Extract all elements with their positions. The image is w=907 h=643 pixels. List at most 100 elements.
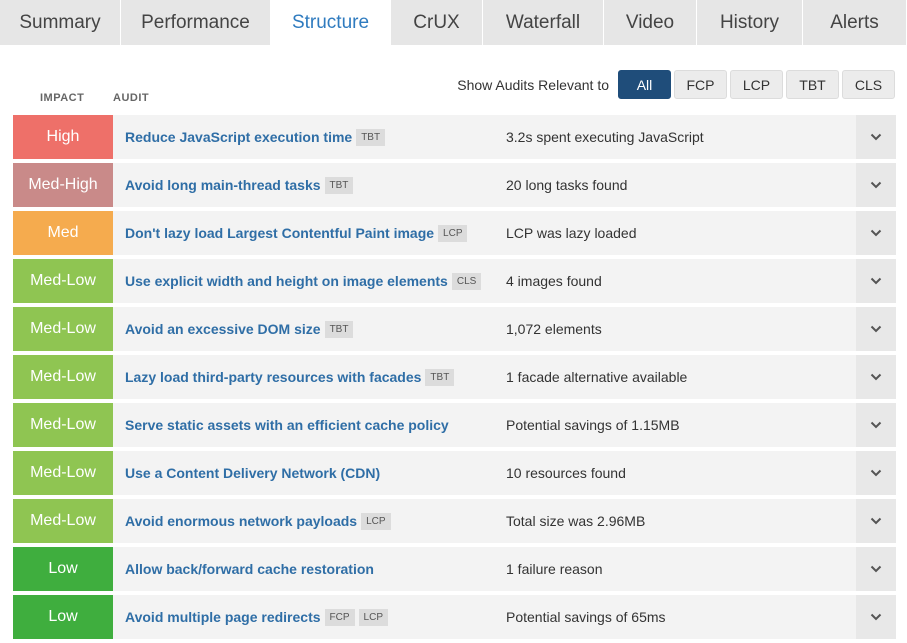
audit-result: 20 long tasks found <box>506 177 628 193</box>
audit-cell: Avoid enormous network payloads LCP <box>113 499 494 543</box>
metric-tag: TBT <box>356 128 386 146</box>
impact-badge: Med-High <box>13 163 113 207</box>
audit-result: 1 failure reason <box>506 561 603 577</box>
tab-performance[interactable]: Performance <box>121 0 271 45</box>
chevron-down-icon <box>870 421 882 429</box>
audit-result: 1 facade alternative available <box>506 369 688 385</box>
expand-button[interactable] <box>856 307 896 351</box>
audit-result: Total size was 2.96MB <box>506 513 646 529</box>
metric-tag: TBT <box>324 176 354 194</box>
impact-badge: Med-Low <box>13 451 113 495</box>
chevron-down-icon <box>870 469 882 477</box>
expand-button[interactable] <box>856 115 896 159</box>
audit-title[interactable]: Lazy load third-party resources with fac… <box>125 369 421 385</box>
impact-badge: Med <box>13 211 113 255</box>
audit-column-header: AUDIT <box>113 92 150 104</box>
impact-badge: Med-Low <box>13 355 113 399</box>
audit-cell: Serve static assets with an efficient ca… <box>113 403 494 447</box>
audit-row[interactable]: Med-Low Use a Content Delivery Network (C… <box>13 451 896 495</box>
audit-row[interactable]: Med-Low Use explicit width and height on … <box>13 259 896 303</box>
audit-list: High Reduce JavaScript execution time TBT 3… <box>13 115 896 643</box>
impact-badge: Low <box>13 547 113 591</box>
tab-bar: Summary Performance Structure CrUX Waterfall… <box>0 0 907 45</box>
audit-cell: Use explicit width and height on image e… <box>113 259 494 303</box>
expand-button[interactable] <box>856 259 896 303</box>
filter-button-group: All FCP LCP TBT CLS <box>618 70 895 99</box>
audit-title[interactable]: Allow back/forward cache restoration <box>125 561 374 577</box>
audit-cell: Avoid long main-thread tasks TBT <box>113 163 494 207</box>
audit-title[interactable]: Use explicit width and height on image e… <box>125 273 448 289</box>
audit-cell: Allow back/forward cache restoration <box>113 547 494 591</box>
audit-row[interactable]: Med-Low Serve static assets with an effic… <box>13 403 896 447</box>
tab-waterfall[interactable]: Waterfall <box>483 0 604 45</box>
audit-result: Potential savings of 65ms <box>506 609 666 625</box>
audit-cell: Reduce JavaScript execution time TBT <box>113 115 494 159</box>
audit-title[interactable]: Avoid long main-thread tasks <box>125 177 321 193</box>
metric-tag: LCP <box>438 224 468 242</box>
audit-row[interactable]: Med-High Avoid long main-thread tasks TBT 2… <box>13 163 896 207</box>
filter-label: Show Audits Relevant to <box>457 77 609 93</box>
metric-tag: CLS <box>451 272 482 290</box>
audit-row[interactable]: High Reduce JavaScript execution time TBT 3… <box>13 115 896 159</box>
audit-row[interactable]: Med-Low Avoid enormous network payloads LC… <box>13 499 896 543</box>
audit-row[interactable]: Med Don't lazy load Largest Contentful Pa… <box>13 211 896 255</box>
metric-tag: FCP <box>324 608 355 626</box>
filter-lcp-button[interactable]: LCP <box>730 70 783 99</box>
tab-alerts[interactable]: Alerts <box>803 0 907 45</box>
audit-title[interactable]: Don't lazy load Largest Contentful Paint… <box>125 225 434 241</box>
chevron-down-icon <box>870 565 882 573</box>
impact-badge: Med-Low <box>13 499 113 543</box>
tab-history[interactable]: History <box>697 0 803 45</box>
expand-button[interactable] <box>856 547 896 591</box>
impact-badge: Med-Low <box>13 403 113 447</box>
metric-tag: TBT <box>324 320 354 338</box>
chevron-down-icon <box>870 133 882 141</box>
tab-video[interactable]: Video <box>604 0 697 45</box>
tab-crux[interactable]: CrUX <box>391 0 483 45</box>
metric-tag: TBT <box>425 368 455 386</box>
audit-row[interactable]: Low Avoid multiple page redirects FCP LCP Po… <box>13 595 896 639</box>
chevron-down-icon <box>870 229 882 237</box>
expand-button[interactable] <box>856 211 896 255</box>
metric-tag: LCP <box>358 608 388 626</box>
audit-result: 1,072 elements <box>506 321 602 337</box>
audit-title[interactable]: Serve static assets with an efficient ca… <box>125 417 449 433</box>
filter-tbt-button[interactable]: TBT <box>786 70 839 99</box>
audit-title[interactable]: Use a Content Delivery Network (CDN) <box>125 465 380 481</box>
audit-title[interactable]: Avoid enormous network payloads <box>125 513 357 529</box>
audit-row[interactable]: Low Allow back/forward cache restoration 1… <box>13 547 896 591</box>
impact-badge: Med-Low <box>13 259 113 303</box>
audit-result: LCP was lazy loaded <box>506 225 637 241</box>
audit-result: 4 images found <box>506 273 602 289</box>
filter-fcp-button[interactable]: FCP <box>674 70 727 99</box>
expand-button[interactable] <box>856 163 896 207</box>
audit-title[interactable]: Reduce JavaScript execution time <box>125 129 352 145</box>
audit-title[interactable]: Avoid an excessive DOM size <box>125 321 321 337</box>
chevron-down-icon <box>870 517 882 525</box>
chevron-down-icon <box>870 277 882 285</box>
audit-result: Potential savings of 1.15MB <box>506 417 680 433</box>
impact-badge: High <box>13 115 113 159</box>
tab-structure[interactable]: Structure <box>271 0 391 45</box>
expand-button[interactable] <box>856 451 896 495</box>
audit-cell: Avoid multiple page redirects FCP LCP <box>113 595 494 639</box>
impact-badge: Med-Low <box>13 307 113 351</box>
filter-all-button[interactable]: All <box>618 70 671 99</box>
expand-button[interactable] <box>856 403 896 447</box>
audit-cell: Don't lazy load Largest Contentful Paint… <box>113 211 494 255</box>
expand-button[interactable] <box>856 499 896 543</box>
audit-cell: Use a Content Delivery Network (CDN) <box>113 451 494 495</box>
impact-badge: Low <box>13 595 113 639</box>
filter-cls-button[interactable]: CLS <box>842 70 895 99</box>
expand-button[interactable] <box>856 595 896 639</box>
expand-button[interactable] <box>856 355 896 399</box>
chevron-down-icon <box>870 325 882 333</box>
audit-result: 3.2s spent executing JavaScript <box>506 129 704 145</box>
chevron-down-icon <box>870 181 882 189</box>
audit-row[interactable]: Med-Low Lazy load third-party resources w… <box>13 355 896 399</box>
audit-title[interactable]: Avoid multiple page redirects <box>125 609 321 625</box>
chevron-down-icon <box>870 373 882 381</box>
audit-row[interactable]: Med-Low Avoid an excessive DOM size TBT 1,0… <box>13 307 896 351</box>
audit-cell: Avoid an excessive DOM size TBT <box>113 307 494 351</box>
tab-summary[interactable]: Summary <box>0 0 121 45</box>
